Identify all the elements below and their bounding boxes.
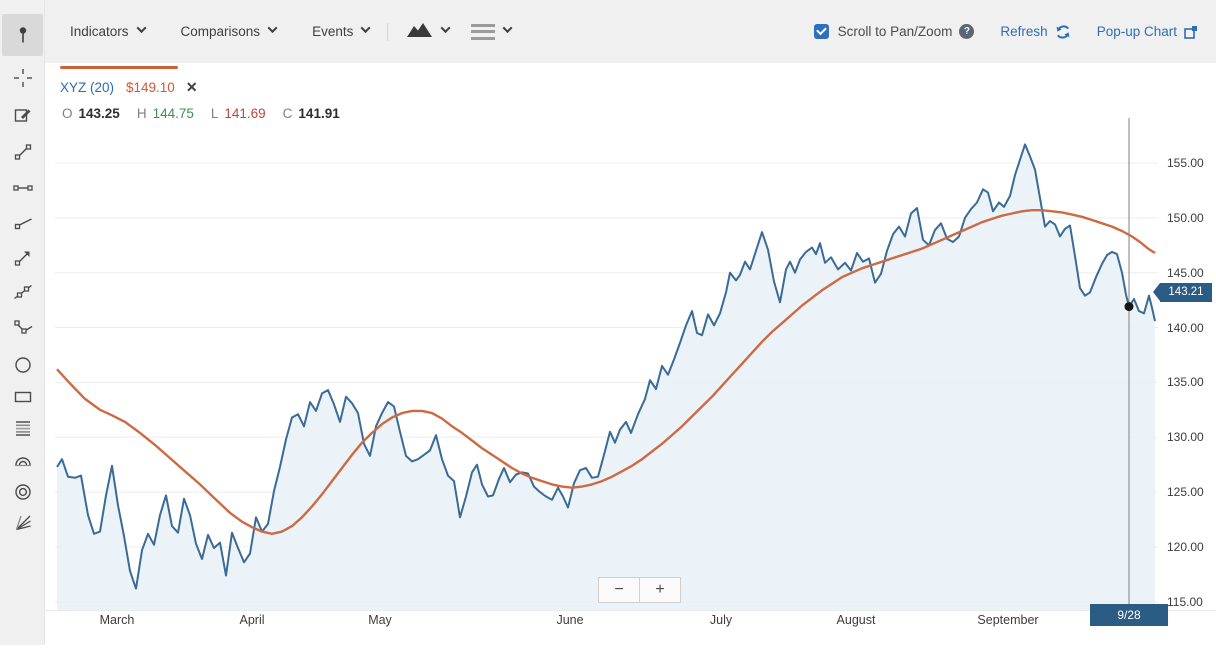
- x-axis-label: September: [977, 613, 1038, 627]
- tool-ellipse[interactable]: [5, 348, 40, 382]
- symbol-tab[interactable]: XYZ (20) $149.10 ✕: [60, 79, 198, 96]
- tool-arrow[interactable]: [5, 241, 40, 275]
- drawing-toolbar: [0, 0, 45, 645]
- chevron-down-icon: [503, 23, 513, 33]
- tool-extended-line[interactable]: [5, 275, 40, 309]
- help-icon[interactable]: ?: [959, 24, 974, 39]
- lines-icon: [471, 24, 495, 40]
- refresh-icon: [1055, 24, 1071, 40]
- zoom-out-button[interactable]: −: [598, 577, 640, 603]
- price-chart[interactable]: [0, 0, 1216, 656]
- ray-icon: [13, 212, 33, 232]
- chart-type-menu[interactable]: [406, 21, 449, 43]
- segment-icon: [13, 142, 33, 162]
- tool-ray[interactable]: [5, 205, 40, 239]
- chevron-down-icon: [136, 23, 146, 33]
- mountain-area-chart-icon: [406, 21, 433, 43]
- x-axis-label: July: [710, 613, 732, 627]
- open-value: 143.25: [79, 106, 120, 121]
- crosshair-date-badge: 9/28: [1090, 604, 1168, 626]
- symbol-price: $149.10: [126, 80, 175, 95]
- open-label: O: [62, 106, 73, 121]
- toolbar-right-cluster: Scroll to Pan/Zoom ? Refresh Pop-up Char…: [814, 0, 1198, 63]
- tool-fib-circles[interactable]: [5, 475, 40, 509]
- active-tab-underline: [60, 66, 178, 69]
- y-axis-label: 155.00: [1167, 156, 1204, 170]
- tool-pitchfork[interactable]: [5, 311, 40, 345]
- ellipse-icon: [13, 355, 33, 375]
- ohlc-readout: O 143.25 H 144.75 L 141.69 C 141.91: [62, 106, 357, 121]
- rectangle-icon: [13, 387, 33, 407]
- fib-arc-icon: [13, 450, 33, 470]
- tool-rectangle[interactable]: [5, 380, 40, 414]
- annotation-icon: [13, 105, 33, 125]
- tool-annotation[interactable]: [5, 98, 40, 132]
- y-axis-label: 130.00: [1167, 430, 1204, 444]
- scroll-pan-zoom-label: Scroll to Pan/Zoom: [838, 24, 953, 39]
- chevron-down-icon: [268, 23, 278, 33]
- crosshair-icon: [13, 68, 33, 88]
- low-label: L: [211, 106, 219, 121]
- chevron-down-icon: [361, 23, 371, 33]
- chevron-down-icon: [441, 23, 451, 33]
- fib-retracement-icon: [13, 418, 33, 438]
- x-axis-label: June: [556, 613, 583, 627]
- gann-fan-icon: [13, 513, 33, 533]
- arrow-icon: [13, 248, 33, 268]
- high-label: H: [137, 106, 147, 121]
- extended-line-icon: [13, 282, 33, 302]
- high-value: 144.75: [153, 106, 194, 121]
- x-axis-label: August: [837, 613, 876, 627]
- tool-pin[interactable]: [2, 14, 43, 56]
- zoom-controls: − +: [598, 577, 681, 603]
- comparisons-menu-label: Comparisons: [181, 24, 261, 39]
- pin-icon: [13, 25, 33, 45]
- symbol-label: XYZ (20): [60, 80, 114, 95]
- close-label: C: [283, 106, 293, 121]
- zoom-in-button[interactable]: +: [639, 577, 681, 603]
- top-toolbar: Indicators Comparisons Events Scroll to …: [0, 0, 1216, 63]
- fib-circles-icon: [13, 482, 33, 502]
- events-menu-label: Events: [312, 24, 353, 39]
- tool-fib-arc[interactable]: [5, 443, 40, 477]
- horizontal-line-icon: [13, 178, 33, 198]
- y-axis-label: 150.00: [1167, 211, 1204, 225]
- scroll-pan-zoom-checkbox[interactable]: [814, 24, 829, 39]
- close-value: 141.91: [298, 106, 339, 121]
- x-axis-label: March: [100, 613, 135, 627]
- toolbar-menus: Indicators Comparisons Events: [70, 0, 511, 63]
- y-axis-label: 115.00: [1167, 595, 1203, 609]
- close-icon[interactable]: ✕: [186, 79, 198, 96]
- x-axis-label: April: [239, 613, 264, 627]
- y-axis-label: 125.00: [1167, 485, 1204, 499]
- toolbar-separator: [387, 23, 388, 41]
- y-axis-label: 135.00: [1167, 375, 1204, 389]
- popup-chart-button-label: Pop-up Chart: [1097, 24, 1177, 39]
- y-axis-label: 145.00: [1167, 266, 1204, 280]
- tool-gann-fan[interactable]: [5, 506, 40, 540]
- crosshair-dot: [1125, 302, 1134, 311]
- events-menu[interactable]: Events: [312, 24, 369, 39]
- refresh-button[interactable]: Refresh: [1000, 24, 1070, 40]
- popup-chart-button[interactable]: Pop-up Chart: [1097, 24, 1198, 39]
- indicators-menu[interactable]: Indicators: [70, 24, 145, 39]
- y-axis-label: 140.00: [1167, 321, 1204, 335]
- last-price-badge: 143.21: [1160, 283, 1212, 302]
- refresh-button-label: Refresh: [1000, 24, 1047, 39]
- popup-window-icon: [1184, 25, 1198, 39]
- low-value: 141.69: [224, 106, 265, 121]
- price-area-fill: [57, 144, 1155, 610]
- tool-segment[interactable]: [5, 135, 40, 169]
- y-axis-label: 120.00: [1167, 540, 1204, 554]
- indicators-menu-label: Indicators: [70, 24, 129, 39]
- comparisons-menu[interactable]: Comparisons: [181, 24, 277, 39]
- pitchfork-icon: [13, 318, 33, 338]
- tool-fib-retracement[interactable]: [5, 411, 40, 445]
- tool-crosshair[interactable]: [5, 61, 40, 95]
- line-style-menu[interactable]: [471, 24, 511, 40]
- x-axis-label: May: [368, 613, 392, 627]
- tool-horizontal-line[interactable]: [5, 171, 40, 205]
